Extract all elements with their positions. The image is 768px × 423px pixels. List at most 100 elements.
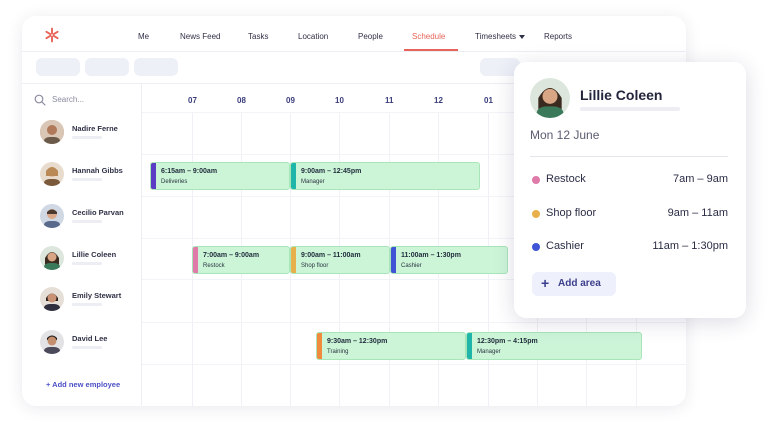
grid-row-line: [142, 364, 686, 365]
employee-detail-card: Lillie Coleen Mon 12 June Restock 7am – …: [514, 62, 746, 318]
area-color-dot: [532, 210, 540, 218]
area-color-dot: [532, 243, 540, 251]
grid-row-line: [142, 322, 686, 323]
hour-label: 12: [434, 96, 443, 105]
employee-row[interactable]: Emily Stewart: [22, 279, 142, 319]
employee-name: Emily Stewart: [72, 291, 122, 300]
hour-label: 10: [335, 96, 344, 105]
shift-time: 6:15am – 9:00am: [161, 168, 218, 175]
toolbar-button-2[interactable]: [85, 58, 129, 76]
shift-color-bar: [151, 163, 156, 189]
area-time: 7am – 9am: [672, 173, 728, 185]
shift-time: 9:00am – 12:45pm: [301, 168, 362, 175]
shift-area: Manager: [301, 179, 325, 185]
employee-row[interactable]: Cecilio Parvan: [22, 196, 142, 236]
area-name: Shop floor: [546, 207, 597, 219]
nav-item-news-feed[interactable]: News Feed: [180, 32, 220, 41]
nav-item-reports[interactable]: Reports: [544, 32, 572, 41]
card-area-row: Cashier 11am – 1:30pm: [530, 239, 728, 255]
shift-block[interactable]: 9:30am – 12:30pm Training: [316, 332, 466, 360]
employee-name: Nadire Ferne: [72, 124, 118, 133]
avatar: [530, 78, 570, 118]
hour-label: 09: [286, 96, 295, 105]
hour-label: 01: [484, 96, 493, 105]
toolbar-button-3[interactable]: [134, 58, 178, 76]
card-date: Mon 12 June: [530, 128, 600, 142]
card-subtitle-placeholder: [580, 107, 680, 111]
avatar: [40, 246, 64, 270]
avatar: [40, 162, 64, 186]
asterisk-logo-icon[interactable]: [44, 27, 60, 43]
employee-name: Lillie Coleen: [72, 250, 117, 259]
avatar-face-icon: [40, 330, 64, 354]
shift-block[interactable]: 6:15am – 9:00am Deliveries: [150, 162, 290, 190]
nav-item-timesheets-label: Timesheets: [475, 32, 517, 41]
employee-subtitle-placeholder: [72, 220, 102, 223]
employee-name: Cecilio Parvan: [72, 208, 124, 217]
shift-area: Restock: [203, 263, 225, 269]
employee-subtitle-placeholder: [72, 262, 102, 265]
search-icon: [34, 94, 46, 106]
avatar: [40, 120, 64, 144]
employee-row[interactable]: David Lee: [22, 322, 142, 362]
shift-color-bar: [291, 163, 296, 189]
area-name: Restock: [546, 173, 586, 185]
avatar-face-icon: [40, 287, 64, 311]
stage: Me News Feed Tasks Location People Sched…: [0, 0, 768, 423]
card-area-row: Shop floor 9am – 11am: [530, 206, 728, 222]
avatar: [40, 330, 64, 354]
hour-label: 07: [188, 96, 197, 105]
employee-name: David Lee: [72, 334, 108, 343]
shift-color-bar: [391, 247, 396, 273]
area-time: 11am – 1:30pm: [652, 240, 728, 252]
avatar: [40, 204, 64, 228]
shift-color-bar: [291, 247, 296, 273]
nav-item-location[interactable]: Location: [298, 32, 328, 41]
add-area-button[interactable]: + Add area: [532, 272, 616, 296]
shift-area: Deliveries: [161, 179, 188, 185]
hour-label: 08: [237, 96, 246, 105]
shift-area: Shop floor: [301, 263, 329, 269]
shift-area: Training: [327, 349, 349, 355]
toolbar-button-1[interactable]: [36, 58, 80, 76]
employee-subtitle-placeholder: [72, 136, 102, 139]
shift-block[interactable]: 9:00am – 11:00am Shop floor: [290, 246, 390, 274]
shift-block[interactable]: 9:00am – 12:45pm Manager: [290, 162, 480, 190]
top-navigation: Me News Feed Tasks Location People Sched…: [22, 16, 686, 52]
card-divider: [530, 156, 728, 157]
employee-name: Hannah Gibbs: [72, 166, 123, 175]
search-input[interactable]: Search...: [52, 95, 84, 104]
shift-block[interactable]: 12:30pm – 4:15pm Manager: [466, 332, 642, 360]
shift-color-bar: [317, 333, 322, 359]
caret-down-icon: [519, 34, 526, 39]
avatar-face-icon: [40, 162, 64, 186]
area-color-dot: [532, 176, 540, 184]
avatar-face-icon: [40, 246, 64, 270]
shift-area: Manager: [477, 349, 501, 355]
card-area-row: Restock 7am – 9am: [530, 172, 728, 188]
shift-block[interactable]: 11:00am – 1:30pm Cashier: [390, 246, 508, 274]
employee-subtitle-placeholder: [72, 178, 102, 181]
shift-area: Cashier: [401, 263, 422, 269]
nav-item-tasks[interactable]: Tasks: [248, 32, 268, 41]
avatar-face-icon: [40, 204, 64, 228]
shift-block[interactable]: 7:00am – 9:00am Restock: [192, 246, 290, 274]
add-new-employee-link[interactable]: + Add new employee: [46, 380, 120, 389]
shift-color-bar: [467, 333, 472, 359]
nav-item-people[interactable]: People: [358, 32, 383, 41]
avatar-face-icon: [530, 78, 570, 118]
employee-row[interactable]: Nadire Ferne: [22, 112, 142, 152]
employee-row[interactable]: Lillie Coleen: [22, 238, 142, 278]
nav-item-timesheets[interactable]: Timesheets: [475, 32, 526, 41]
employee-subtitle-placeholder: [72, 303, 102, 306]
employee-search[interactable]: Search...: [34, 92, 134, 108]
hour-label: 11: [385, 96, 394, 105]
nav-item-me[interactable]: Me: [138, 32, 149, 41]
avatar: [40, 287, 64, 311]
avatar-face-icon: [40, 120, 64, 144]
employee-row[interactable]: Hannah Gibbs: [22, 154, 142, 194]
area-time: 9am – 11am: [667, 207, 728, 219]
active-tab-indicator: [404, 49, 458, 51]
shift-time: 9:30am – 12:30pm: [327, 338, 388, 345]
nav-item-schedule[interactable]: Schedule: [412, 32, 445, 41]
